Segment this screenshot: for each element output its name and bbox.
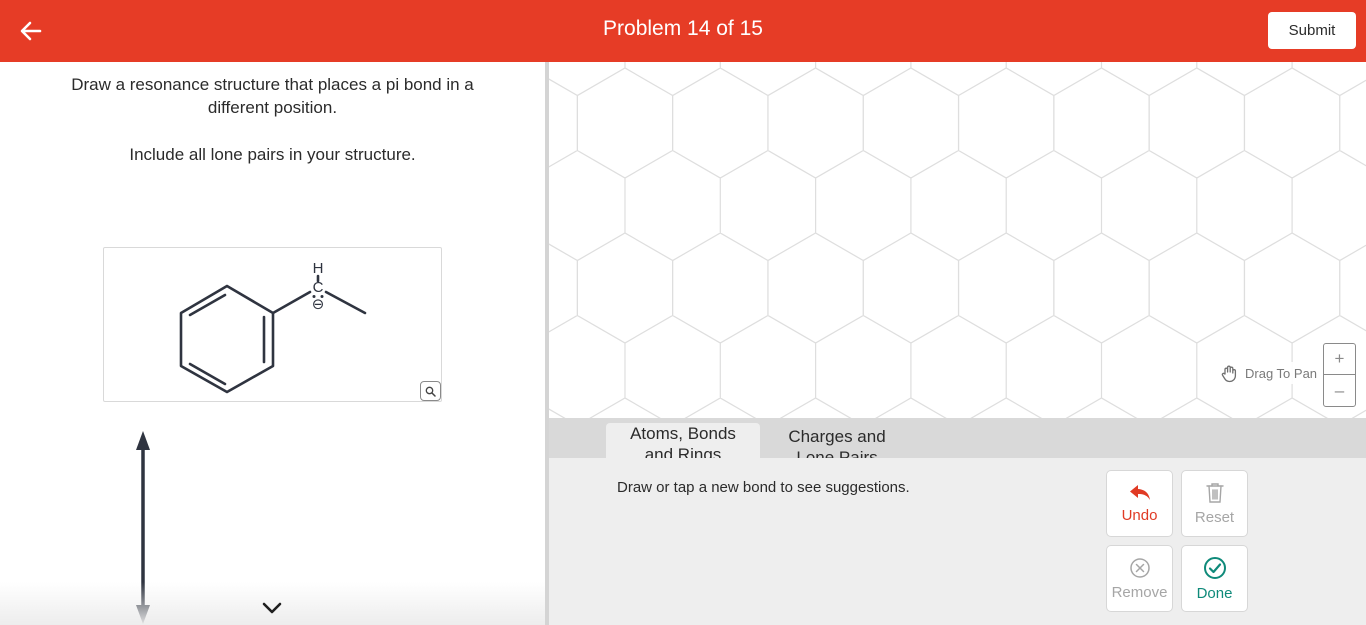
enlarge-molecule-button[interactable] [420,381,441,401]
atom-h-label: H [313,260,324,277]
magnifier-icon [425,386,436,397]
reset-button[interactable]: Reset [1181,470,1248,537]
remove-circle-icon [1129,557,1150,578]
question-panel: Draw a resonance structure that places a… [0,62,545,625]
zoom-in-button[interactable]: + [1324,344,1355,375]
problem-title: Problem 14 of 15 [603,17,763,40]
question-text-line2: different position. [207,98,338,117]
submit-button[interactable]: Submit [1268,12,1356,49]
zoom-out-button[interactable]: – [1324,375,1355,406]
trash-icon [1205,482,1224,503]
reset-label: Reset [1194,508,1235,526]
tab-atoms-bonds-rings[interactable]: Atoms, Bonds and Rings [606,423,760,458]
tool-panel: Draw or tap a new bond to see suggestion… [549,458,1366,625]
drag-to-pan-hint: Drag To Pan [1217,362,1320,384]
drag-to-pan-label: Drag To Pan [1245,365,1318,381]
suggestion-hint: Draw or tap a new bond to see suggestion… [617,479,910,496]
tab-charges-lone-pairs[interactable]: Charges and Lone Pairs [760,423,914,458]
negative-charge-icon: ⊖ [312,295,325,313]
undo-label: Undo [1121,506,1158,524]
zoom-control: + – [1323,343,1356,407]
question-instruction: Include all lone pairs in your structure… [129,145,416,164]
header-bar: Problem 14 of 15 Submit [0,0,1366,62]
drawing-canvas[interactable]: Drag To Pan + – [549,62,1366,418]
tab-charges-lone-pairs-line2: Lone Pairs [796,448,878,458]
chevron-down-icon[interactable] [260,599,284,617]
done-label: Done [1196,584,1233,602]
tool-tabs: Atoms, Bonds and Rings Charges and Lone … [549,418,1366,458]
atom-c-label: C [313,279,324,296]
molecule-figure: H C ⊖ [103,247,442,402]
hand-icon [1221,365,1237,383]
tab-atoms-bonds-rings-line2: and Rings [644,445,722,458]
tab-charges-lone-pairs-line1: Charges and [788,427,886,446]
undo-button[interactable]: Undo [1106,470,1173,537]
check-circle-icon [1203,556,1226,579]
undo-icon [1129,484,1150,500]
molecule-structure: H C ⊖ [179,260,367,394]
tab-atoms-bonds-rings-line1: Atoms, Bonds [630,424,736,443]
question-text-line1: Draw a resonance structure that places a… [71,75,474,94]
remove-label: Remove [1111,583,1168,601]
remove-button[interactable]: Remove [1106,545,1173,612]
done-button[interactable]: Done [1181,545,1248,612]
